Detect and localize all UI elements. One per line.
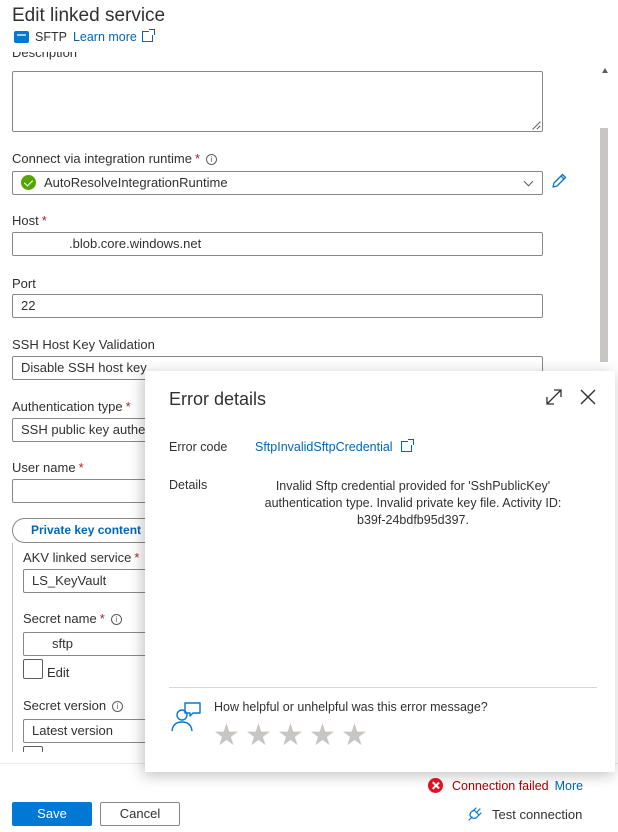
ir-label-text: Connect via integration runtime: [12, 151, 192, 166]
checkbox[interactable]: [23, 746, 43, 752]
error-details-text: Invalid Sftp credential provided for 'Ss…: [264, 479, 562, 527]
service-type-label: SFTP: [35, 30, 67, 44]
secret-version-label: Secret version i: [23, 698, 124, 713]
host-label: Host *: [12, 213, 47, 228]
username-label: User name *: [12, 460, 84, 475]
sftp-icon: [14, 31, 29, 43]
edit-checkbox[interactable]: [23, 659, 43, 679]
indent-divider: [12, 543, 13, 752]
secret-name-input[interactable]: sftp: [23, 632, 163, 656]
error-panel-title: Error details: [169, 389, 267, 409]
feedback-person-icon: [171, 702, 201, 732]
check-circle-icon: [21, 175, 36, 190]
ir-label: Connect via integration runtime * i: [12, 151, 217, 166]
star-icon[interactable]: ★: [277, 721, 304, 751]
port-input[interactable]: 22: [12, 294, 543, 318]
feedback-question: How helpful or unhelpful was this error …: [214, 700, 488, 714]
info-icon[interactable]: i: [112, 701, 124, 712]
resize-handle-icon[interactable]: [531, 120, 540, 129]
edit-checkbox-label: Edit: [47, 665, 70, 680]
star-icon[interactable]: ★: [341, 721, 368, 751]
required-marker: *: [99, 611, 105, 626]
more-link[interactable]: More: [555, 779, 583, 793]
info-icon[interactable]: i: [110, 614, 122, 625]
scrollbar[interactable]: [600, 62, 610, 362]
ssh-validation-label: SSH Host Key Validation: [12, 337, 155, 352]
star-icon[interactable]: ★: [309, 721, 336, 751]
connection-status: Connection failed More: [428, 778, 583, 793]
akv-dropdown[interactable]: LS_KeyVault: [23, 569, 163, 593]
akv-label: AKV linked service *: [23, 550, 139, 565]
external-link-icon: [142, 29, 156, 42]
cancel-button[interactable]: Cancel: [100, 802, 180, 826]
star-icon[interactable]: ★: [245, 721, 272, 751]
akv-label-text: AKV linked service: [23, 550, 132, 565]
plug-icon: [468, 807, 482, 821]
learn-more-text: Learn more: [72, 30, 137, 44]
scroll-thumb[interactable]: [600, 128, 608, 362]
secret-version-label-text: Secret version: [23, 698, 107, 713]
details-label: Details: [169, 478, 208, 492]
edit-pencil-icon[interactable]: [550, 172, 568, 190]
port-label: Port: [12, 276, 36, 291]
test-connection-label: Test connection: [492, 806, 583, 822]
close-icon[interactable]: [578, 387, 598, 407]
ir-dropdown[interactable]: AutoResolveIntegrationRuntime: [12, 171, 543, 195]
required-marker: *: [41, 213, 47, 228]
secret-name-label: Secret name * i: [23, 611, 122, 626]
required-marker: *: [78, 460, 84, 475]
secret-version-input[interactable]: Latest version: [23, 719, 163, 743]
required-marker: *: [134, 550, 140, 565]
learn-more-link[interactable]: Learn more: [72, 29, 156, 44]
expand-icon[interactable]: [544, 387, 564, 407]
save-button[interactable]: Save: [12, 802, 92, 826]
auth-type-label: Authentication type *: [12, 399, 131, 414]
info-icon[interactable]: i: [206, 154, 217, 165]
private-key-content-tab[interactable]: Private key content: [12, 518, 162, 543]
chevron-down-icon: [523, 176, 534, 187]
description-textarea[interactable]: [12, 71, 543, 132]
username-label-text: User name: [12, 460, 76, 475]
scroll-up-icon[interactable]: [602, 68, 608, 73]
auth-type-label-text: Authentication type: [12, 399, 123, 414]
external-link-icon: [401, 439, 415, 452]
host-input[interactable]: .blob.core.windows.net: [12, 232, 543, 256]
page-title: Edit linked service: [12, 5, 166, 26]
required-marker: *: [194, 151, 200, 166]
error-code-value: SftpInvalidSftpCredential: [255, 440, 393, 454]
error-details-panel: Error details Error code SftpInvalidSftp…: [145, 371, 615, 772]
error-code-label: Error code: [169, 440, 228, 454]
test-connection-button[interactable]: Test connection: [466, 805, 582, 823]
error-code-link[interactable]: SftpInvalidSftpCredential: [255, 439, 415, 454]
connection-status-text: Connection failed: [452, 778, 549, 793]
panel-divider: [169, 687, 597, 688]
ir-value: AutoResolveIntegrationRuntime: [44, 175, 228, 190]
required-marker: *: [125, 399, 131, 414]
rating-stars: ★ ★ ★ ★ ★: [213, 721, 368, 751]
description-label: Description: [12, 52, 78, 60]
secret-name-label-text: Secret name: [23, 611, 97, 626]
service-type-row: SFTP Learn more: [14, 29, 156, 44]
error-icon: [428, 778, 443, 793]
host-label-text: Host: [12, 213, 39, 228]
star-icon[interactable]: ★: [213, 721, 240, 751]
